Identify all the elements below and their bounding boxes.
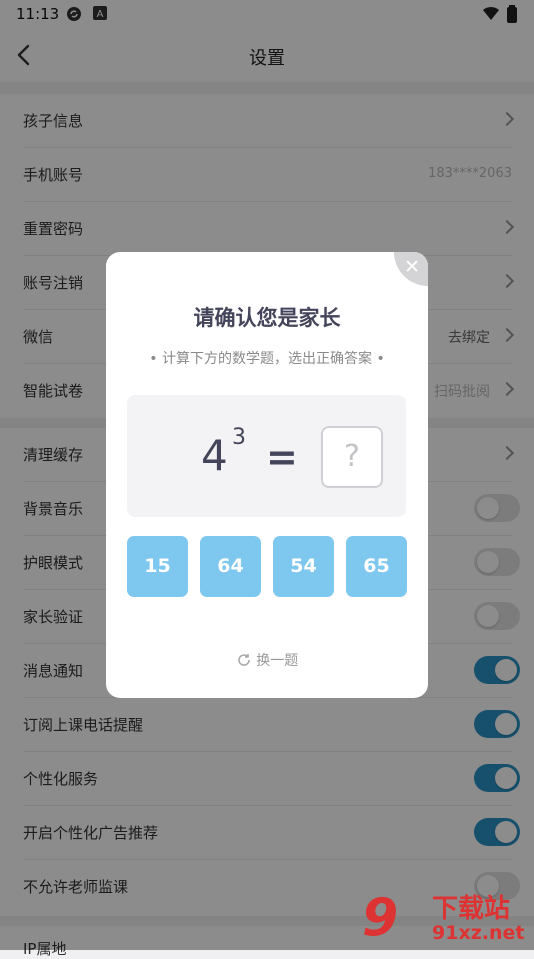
watermark-text: 下载站 [432, 894, 511, 924]
question-exponent: 3 [232, 425, 246, 450]
close-icon: ✕ [404, 256, 420, 278]
answer-option-button[interactable]: 65 [346, 536, 407, 597]
watermark-logo: 9 下载站 91xz.net [362, 886, 534, 950]
watermark-number: 9 [362, 888, 399, 948]
answer-option-button[interactable]: 54 [273, 536, 334, 597]
dialog-subtitle: • 计算下方的数学题，选出正确答案 • [149, 351, 385, 367]
refresh-question-button[interactable]: 换一题 [106, 650, 428, 670]
answer-option-button[interactable]: 64 [200, 536, 261, 597]
equals-sign: = [266, 435, 298, 479]
math-question-box: 4 3 = ? [127, 395, 406, 517]
refresh-label: 换一题 [256, 653, 299, 669]
close-button[interactable]: ✕ [394, 252, 428, 286]
watermark-domain: 91xz.net [432, 922, 525, 944]
answer-option-button[interactable]: 15 [127, 536, 188, 597]
question-base: 4 [201, 431, 228, 480]
dialog-title: 请确认您是家长 [193, 306, 341, 330]
parent-verify-dialog: ✕ 请确认您是家长 • 计算下方的数学题，选出正确答案 • 4 3 = ? 15… [106, 252, 428, 698]
refresh-icon [238, 654, 250, 666]
answer-placeholder: ? [321, 426, 383, 488]
